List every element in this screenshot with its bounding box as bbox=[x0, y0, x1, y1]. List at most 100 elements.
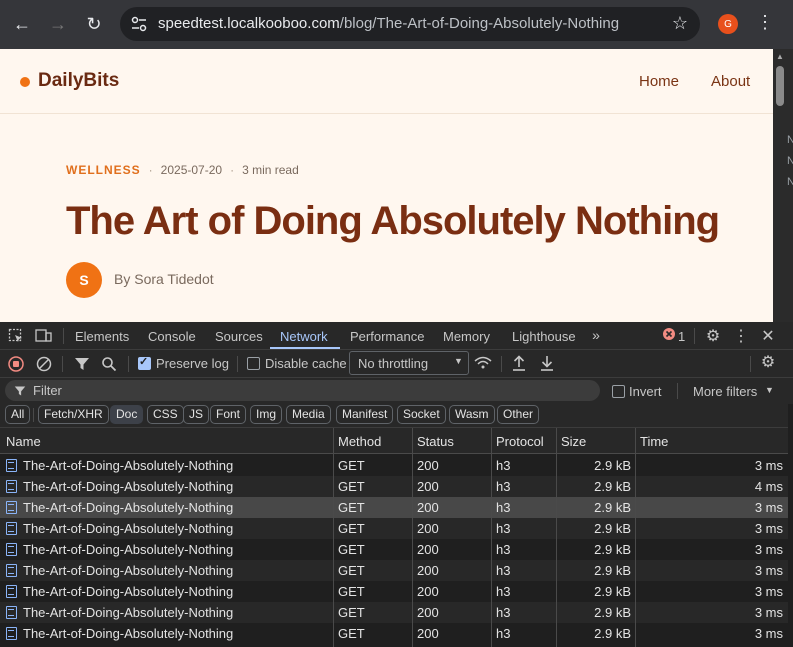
filter-funnel-icon[interactable] bbox=[74, 356, 90, 372]
throttling-select[interactable]: No throttling ▼ bbox=[349, 351, 469, 375]
column-method[interactable]: Method bbox=[338, 434, 381, 449]
table-row[interactable]: The-Art-of-Doing-Absolutely-Nothing GET 20… bbox=[0, 539, 788, 560]
request-status: 200 bbox=[417, 479, 439, 494]
invert-checkbox[interactable] bbox=[612, 385, 625, 398]
request-protocol: h3 bbox=[496, 584, 511, 599]
type-filter-img[interactable]: Img bbox=[250, 405, 283, 424]
logo-dot-icon bbox=[20, 77, 30, 87]
table-row[interactable]: The-Art-of-Doing-Absolutely-Nothing GET 20… bbox=[0, 602, 788, 623]
tab-lighthouse[interactable]: Lighthouse bbox=[512, 329, 576, 344]
type-filter-doc[interactable]: Doc bbox=[110, 405, 144, 424]
nav-home-link[interactable]: Home bbox=[639, 73, 679, 90]
type-filter-wasm[interactable]: Wasm bbox=[449, 405, 495, 424]
error-icon[interactable] bbox=[662, 327, 676, 341]
type-filter-media[interactable]: Media bbox=[286, 405, 331, 424]
type-filter-font[interactable]: Font bbox=[210, 405, 247, 424]
divider bbox=[501, 356, 502, 372]
type-filter-fetch-xhr[interactable]: Fetch/XHR bbox=[38, 405, 109, 424]
search-icon[interactable] bbox=[101, 356, 117, 372]
back-icon[interactable]: ← bbox=[8, 10, 36, 38]
devtools-menu-icon[interactable]: ⋮ bbox=[731, 326, 751, 346]
invert-label[interactable]: Invert bbox=[629, 384, 662, 399]
table-row[interactable]: The-Art-of-Doing-Absolutely-Nothing GET 20… bbox=[0, 560, 788, 581]
request-status: 200 bbox=[417, 458, 439, 473]
device-toolbar-icon[interactable] bbox=[35, 328, 53, 344]
type-filter-js[interactable]: JS bbox=[183, 405, 210, 424]
column-status[interactable]: Status bbox=[417, 434, 454, 449]
nav-about-link[interactable]: About bbox=[711, 73, 750, 90]
record-stop-icon[interactable] bbox=[8, 356, 24, 372]
type-filter-manifest[interactable]: Manifest bbox=[336, 405, 394, 424]
tab-memory[interactable]: Memory bbox=[443, 329, 490, 344]
table-row[interactable]: The-Art-of-Doing-Absolutely-Nothing GET 20… bbox=[0, 455, 788, 476]
table-row[interactable]: The-Art-of-Doing-Absolutely-Nothing GET 20… bbox=[0, 581, 788, 602]
browser-menu-icon[interactable]: ⋮ bbox=[755, 12, 775, 33]
table-row[interactable]: The-Art-of-Doing-Absolutely-Nothing GET 20… bbox=[0, 623, 788, 644]
address-bar[interactable]: speedtest.localkooboo.com/blog/The-Art-o… bbox=[120, 7, 700, 41]
type-filter-css[interactable]: CSS bbox=[147, 405, 184, 424]
site-settings-icon[interactable] bbox=[130, 16, 148, 32]
request-method: GET bbox=[338, 584, 365, 599]
tab-sources[interactable]: Sources bbox=[215, 329, 263, 344]
type-filter-all[interactable]: All bbox=[5, 405, 31, 424]
preserve-log-label[interactable]: Preserve log bbox=[156, 356, 229, 371]
request-status: 200 bbox=[417, 542, 439, 557]
close-devtools-icon[interactable]: ✕ bbox=[758, 326, 778, 346]
import-har-icon[interactable] bbox=[512, 355, 526, 371]
table-row[interactable]: The-Art-of-Doing-Absolutely-Nothing GET 20… bbox=[0, 518, 788, 539]
column-name[interactable]: Name bbox=[6, 434, 41, 449]
tab-network[interactable]: Network bbox=[280, 329, 328, 344]
tab-console[interactable]: Console bbox=[148, 329, 196, 344]
request-size: 2.9 kB bbox=[594, 479, 631, 494]
request-protocol: h3 bbox=[496, 458, 511, 473]
tab-elements[interactable]: Elements bbox=[75, 329, 129, 344]
page-viewport: DailyBits Home About WELLNESS · 2025-07-20… bbox=[0, 49, 773, 322]
table-row[interactable]: The-Art-of-Doing-Absolutely-Nothing GET 20… bbox=[0, 476, 788, 497]
column-time[interactable]: Time bbox=[640, 434, 668, 449]
disable-cache-checkbox[interactable] bbox=[247, 357, 260, 370]
inspect-element-icon[interactable] bbox=[8, 328, 24, 344]
request-name: The-Art-of-Doing-Absolutely-Nothing bbox=[23, 479, 234, 494]
forward-icon[interactable]: → bbox=[44, 10, 72, 38]
more-tabs-icon[interactable]: » bbox=[586, 327, 606, 343]
divider bbox=[237, 356, 238, 372]
page-scrollbar-thumb[interactable] bbox=[776, 66, 784, 106]
column-size[interactable]: Size bbox=[561, 434, 586, 449]
network-settings-gear-icon[interactable]: ⚙ bbox=[758, 352, 778, 372]
more-filters-dropdown[interactable]: More filters bbox=[693, 384, 757, 399]
disable-cache-label[interactable]: Disable cache bbox=[265, 356, 347, 371]
chevron-down-icon: ▼ bbox=[454, 356, 463, 366]
settings-gear-icon[interactable]: ⚙ bbox=[703, 326, 723, 346]
bookmark-star-icon[interactable]: ☆ bbox=[672, 13, 688, 34]
column-divider bbox=[556, 428, 557, 647]
filter-input[interactable]: Filter bbox=[5, 380, 600, 401]
reload-icon[interactable]: ↻ bbox=[80, 10, 108, 38]
error-count[interactable]: 1 bbox=[678, 329, 685, 344]
table-row[interactable]: The-Art-of-Doing-Absolutely-Nothing GET 20… bbox=[0, 497, 788, 518]
type-filter-socket[interactable]: Socket bbox=[397, 405, 446, 424]
column-divider bbox=[491, 428, 492, 647]
scroll-up-arrow-icon[interactable]: ▲ bbox=[776, 52, 784, 61]
export-har-icon[interactable] bbox=[540, 355, 554, 371]
throttling-value: No throttling bbox=[358, 356, 429, 371]
tab-performance[interactable]: Performance bbox=[350, 329, 424, 344]
divider bbox=[62, 356, 63, 372]
type-filter-other[interactable]: Other bbox=[497, 405, 540, 424]
divider bbox=[33, 408, 34, 422]
network-conditions-icon[interactable] bbox=[474, 356, 492, 370]
divider bbox=[750, 356, 751, 372]
clear-log-icon[interactable] bbox=[36, 356, 52, 372]
request-name: The-Art-of-Doing-Absolutely-Nothing bbox=[23, 521, 234, 536]
request-method: GET bbox=[338, 479, 365, 494]
profile-avatar[interactable]: G bbox=[718, 14, 738, 34]
preserve-log-checkbox[interactable] bbox=[138, 355, 151, 370]
site-logo[interactable]: DailyBits bbox=[38, 70, 119, 92]
request-size: 2.9 kB bbox=[594, 542, 631, 557]
column-protocol[interactable]: Protocol bbox=[496, 434, 544, 449]
request-protocol: h3 bbox=[496, 521, 511, 536]
document-icon bbox=[6, 543, 17, 556]
post-category[interactable]: WELLNESS bbox=[66, 163, 141, 177]
document-icon bbox=[6, 480, 17, 493]
request-status: 200 bbox=[417, 584, 439, 599]
chevron-down-icon[interactable]: ▼ bbox=[765, 385, 774, 395]
